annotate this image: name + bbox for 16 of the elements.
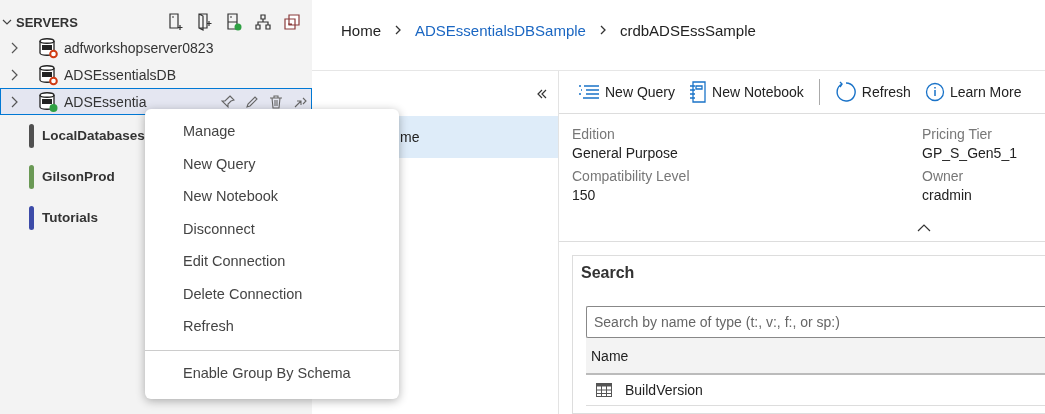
property-value: 150 <box>572 187 597 203</box>
server-name: ADSEssentia <box>64 93 147 110</box>
breadcrumb-item: Home <box>341 21 381 39</box>
property-label: Pricing Tier <box>922 126 994 142</box>
card-title: Search <box>581 264 636 283</box>
property-value: cradmin <box>922 187 973 203</box>
property-label: Edition <box>572 126 616 142</box>
server-name: adfworkshopserver0823 <box>64 39 214 56</box>
property-label: Compatibility Level <box>572 168 691 184</box>
table-cell: BuildVersion <box>625 382 703 398</box>
property-value: GP_S_Gen5_1 <box>922 145 1017 161</box>
property-label: Owner <box>922 168 965 184</box>
server-name: ADSEssentialsDB <box>64 66 177 83</box>
breadcrumb-item: crdbADSEssSample <box>619 21 756 39</box>
section-title: SERVERS <box>16 14 78 30</box>
property-value: General Purpose <box>572 145 679 161</box>
